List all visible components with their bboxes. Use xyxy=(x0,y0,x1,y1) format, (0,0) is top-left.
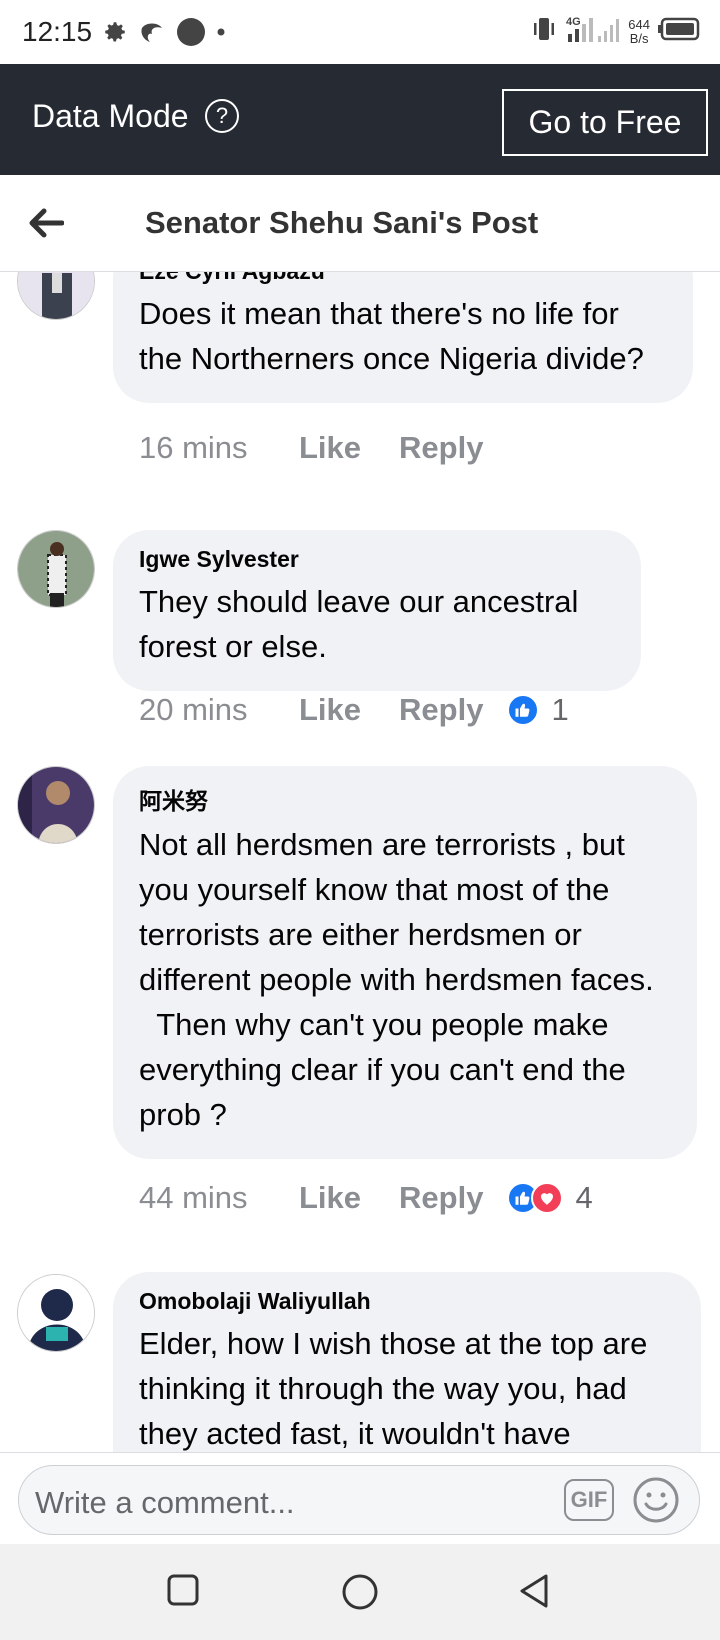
comment-time[interactable]: 44 mins xyxy=(139,1180,299,1216)
reactions-summary[interactable]: 4 xyxy=(507,1180,593,1216)
comment-author[interactable]: Igwe Sylvester xyxy=(139,546,615,573)
data-mode-label: Data Mode xyxy=(32,98,189,134)
comment-author[interactable]: Eze Cyril Agbazu xyxy=(139,272,667,285)
reply-button[interactable]: Reply xyxy=(399,1180,483,1216)
status-bar: 12:15 4G 644 B/s xyxy=(0,0,720,64)
like-button[interactable]: Like xyxy=(299,430,361,466)
love-reaction-icon xyxy=(531,1182,564,1214)
battery-icon xyxy=(658,17,700,46)
vibrate-icon xyxy=(532,15,556,48)
post-header: Senator Shehu Sani's Post xyxy=(0,175,720,272)
help-icon[interactable]: ? xyxy=(205,99,239,133)
more-dot-icon xyxy=(216,27,226,37)
speed-value: 644 xyxy=(628,16,650,32)
reply-button[interactable]: Reply xyxy=(399,430,483,466)
page-title: Senator Shehu Sani's Post xyxy=(145,205,539,240)
speed-unit: B/s xyxy=(629,30,649,46)
comment-text: Not all herdsmen are terrorists , but yo… xyxy=(139,827,654,1132)
reaction-count: 4 xyxy=(575,1180,593,1215)
comment-text: Elder, how I wish those at the top are t… xyxy=(139,1326,656,1451)
comment-meta: 44 mins Like Reply 4 xyxy=(139,1180,593,1216)
system-nav-bar xyxy=(0,1544,720,1640)
home-circle-icon[interactable] xyxy=(340,1572,380,1617)
comment-input[interactable]: Write a comment... GIF xyxy=(18,1465,700,1535)
comment-bubble: Eze Cyril Agbazu Does it mean that there… xyxy=(113,272,693,403)
comment-time[interactable]: 20 mins xyxy=(139,692,299,728)
comment-time[interactable]: 16 mins xyxy=(139,430,299,466)
emoji-icon[interactable] xyxy=(632,1476,680,1529)
comment-meta: 20 mins Like Reply 1 xyxy=(139,692,569,728)
comments-feed[interactable]: Eze Cyril Agbazu Does it mean that there… xyxy=(0,272,720,1452)
like-button[interactable]: Like xyxy=(299,1180,361,1216)
data-mode-bar: Data Mode ? Go to Free xyxy=(0,64,720,175)
comment-author[interactable]: 阿米努 xyxy=(139,782,671,816)
reaction-count: 1 xyxy=(551,692,569,727)
avatar[interactable] xyxy=(17,1274,95,1352)
gif-button[interactable]: GIF xyxy=(564,1479,614,1521)
status-time: 12:15 xyxy=(22,16,93,47)
comment-text: Does it mean that there's no life for th… xyxy=(139,296,644,376)
comment-bubble: Igwe Sylvester They should leave our anc… xyxy=(113,530,641,691)
comment-bubble: Omobolaji Waliyullah Elder, how I wish t… xyxy=(113,1272,701,1452)
reactions-summary[interactable]: 1 xyxy=(507,692,569,728)
comment-bubble: 阿米努 Not all herdsmen are terrorists , bu… xyxy=(113,766,697,1159)
signal-4g-icon: 4G xyxy=(564,14,620,49)
reply-button[interactable]: Reply xyxy=(399,692,483,728)
like-button[interactable]: Like xyxy=(299,692,361,728)
avatar[interactable] xyxy=(17,530,95,608)
avatar[interactable] xyxy=(17,272,95,320)
comment-composer: Write a comment... GIF xyxy=(0,1452,720,1544)
comment-placeholder[interactable]: Write a comment... xyxy=(35,1485,295,1521)
like-reaction-icon xyxy=(507,694,540,726)
app-swirl-icon xyxy=(138,18,166,46)
avatar[interactable] xyxy=(17,766,95,844)
comment-author[interactable]: Omobolaji Waliyullah xyxy=(139,1288,675,1315)
svg-text:4G: 4G xyxy=(566,16,581,28)
network-speed: 644 B/s xyxy=(628,16,650,46)
comment-meta: 16 mins Like Reply xyxy=(139,430,521,466)
gear-icon xyxy=(102,19,128,45)
comment-text: They should leave our ancestral forest o… xyxy=(139,584,588,664)
go-to-free-button[interactable]: Go to Free xyxy=(502,89,708,156)
record-dot-icon xyxy=(176,17,206,47)
back-arrow-icon[interactable] xyxy=(28,205,65,246)
recents-square-icon[interactable] xyxy=(165,1572,201,1613)
back-triangle-icon[interactable] xyxy=(516,1572,552,1615)
